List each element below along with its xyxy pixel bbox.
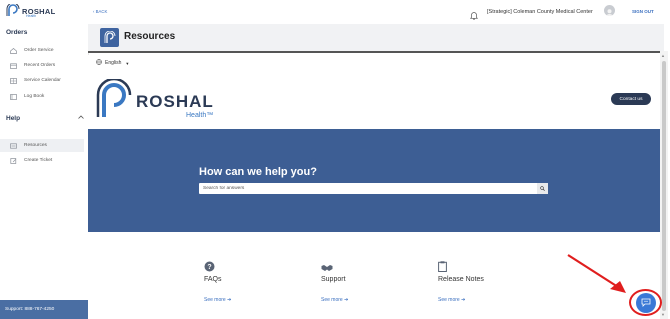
question-icon: ?: [204, 259, 215, 277]
search-input[interactable]: [199, 183, 536, 194]
sign-out-button[interactable]: SIGN OUT: [632, 9, 654, 14]
scroll-up-icon[interactable]: ▲: [661, 53, 665, 58]
svg-text:?: ?: [207, 264, 211, 271]
support-phone[interactable]: Support: 888-767-4250: [0, 300, 88, 319]
sidebar-item-label: Create Ticket: [24, 158, 53, 163]
resources-icon: [9, 142, 17, 149]
page-title: Resources: [124, 31, 176, 42]
hero-banner: How can we help you?: [88, 129, 660, 232]
annotation-arrow: [567, 254, 626, 293]
sidebar-item-create-ticket[interactable]: Create Ticket: [0, 154, 84, 167]
orders-title: Orders: [6, 29, 28, 36]
card-title: Release Notes: [438, 276, 484, 283]
sidebar-item-label: Order Service: [24, 48, 54, 53]
top-bar: ‹ BACK [Strategic] Coleman County Medica…: [88, 0, 670, 24]
calendar-icon: [9, 62, 17, 69]
chat-icon: [641, 298, 650, 307]
chat-button[interactable]: [629, 289, 662, 316]
language-selector[interactable]: English ▼: [96, 59, 129, 67]
see-more-link[interactable]: See more ➔: [204, 297, 231, 303]
scroll-thumb[interactable]: [662, 61, 666, 311]
search-icon: [540, 186, 545, 191]
sidebar-item-recent-orders[interactable]: Recent Orders: [0, 59, 84, 72]
release-notes-card[interactable]: Release Notes See more ➔: [438, 259, 518, 309]
card-title: FAQs: [204, 276, 222, 283]
faqs-card[interactable]: ? FAQs See more ➔: [204, 259, 284, 309]
search-button[interactable]: [537, 183, 548, 194]
page-scrollbar[interactable]: ▲ ▼: [660, 51, 668, 319]
handshake-icon: [321, 259, 333, 277]
support-card[interactable]: Support See more ➔: [321, 259, 401, 309]
grid-calendar-icon: [9, 77, 17, 84]
sidebar: ROSHAL Health Orders Order Service Recen…: [0, 0, 89, 319]
ticket-icon: [9, 157, 17, 164]
globe-icon: [96, 59, 102, 67]
caret-down-icon: ▼: [125, 60, 130, 66]
organization-name[interactable]: [Strategic] Coleman County Medical Cente…: [487, 9, 593, 15]
brand-health: Health™: [186, 112, 214, 119]
hero-title: How can we help you?: [199, 166, 317, 178]
roshal-health-brand: ROSHAL Health™: [96, 79, 216, 123]
help-title: Help: [6, 115, 21, 122]
contact-us-button[interactable]: Contact us: [611, 93, 651, 105]
chat-bubble: [635, 292, 656, 313]
language-label: English: [105, 60, 122, 66]
house-icon: [9, 47, 17, 54]
back-link[interactable]: ‹ BACK: [93, 9, 107, 14]
see-more-link[interactable]: See more ➔: [321, 297, 348, 303]
card-title: Support: [321, 276, 346, 283]
sidebar-item-resources[interactable]: Resources: [0, 139, 84, 152]
roshal-logo-icon: [6, 4, 20, 16]
sidebar-item-label: Log Book: [24, 94, 45, 99]
sidebar-item-label: Service Calendar: [24, 78, 61, 83]
clipboard-icon: [438, 259, 447, 277]
scroll-down-icon[interactable]: ▼: [661, 312, 665, 317]
sidebar-item-service-calendar[interactable]: Service Calendar: [0, 74, 84, 87]
logo-sub: Health: [26, 14, 37, 18]
sidebar-item-log-book[interactable]: Log Book: [0, 90, 84, 103]
avatar[interactable]: [604, 5, 615, 16]
roshal-brand-icon: [96, 79, 132, 117]
sidebar-item-label: Recent Orders: [24, 63, 56, 68]
chevron-up-icon[interactable]: [78, 115, 84, 121]
resources-logo-icon: [100, 28, 119, 47]
page-header: Resources: [88, 24, 664, 53]
sidebar-item-label: Resources: [24, 143, 47, 148]
book-icon: [9, 93, 17, 100]
see-more-link[interactable]: See more ➔: [438, 297, 465, 303]
search-box: [199, 183, 548, 194]
bell-icon[interactable]: [469, 7, 479, 25]
brand-name: ROSHAL: [136, 92, 214, 111]
sidebar-item-order-service[interactable]: Order Service: [0, 44, 84, 57]
